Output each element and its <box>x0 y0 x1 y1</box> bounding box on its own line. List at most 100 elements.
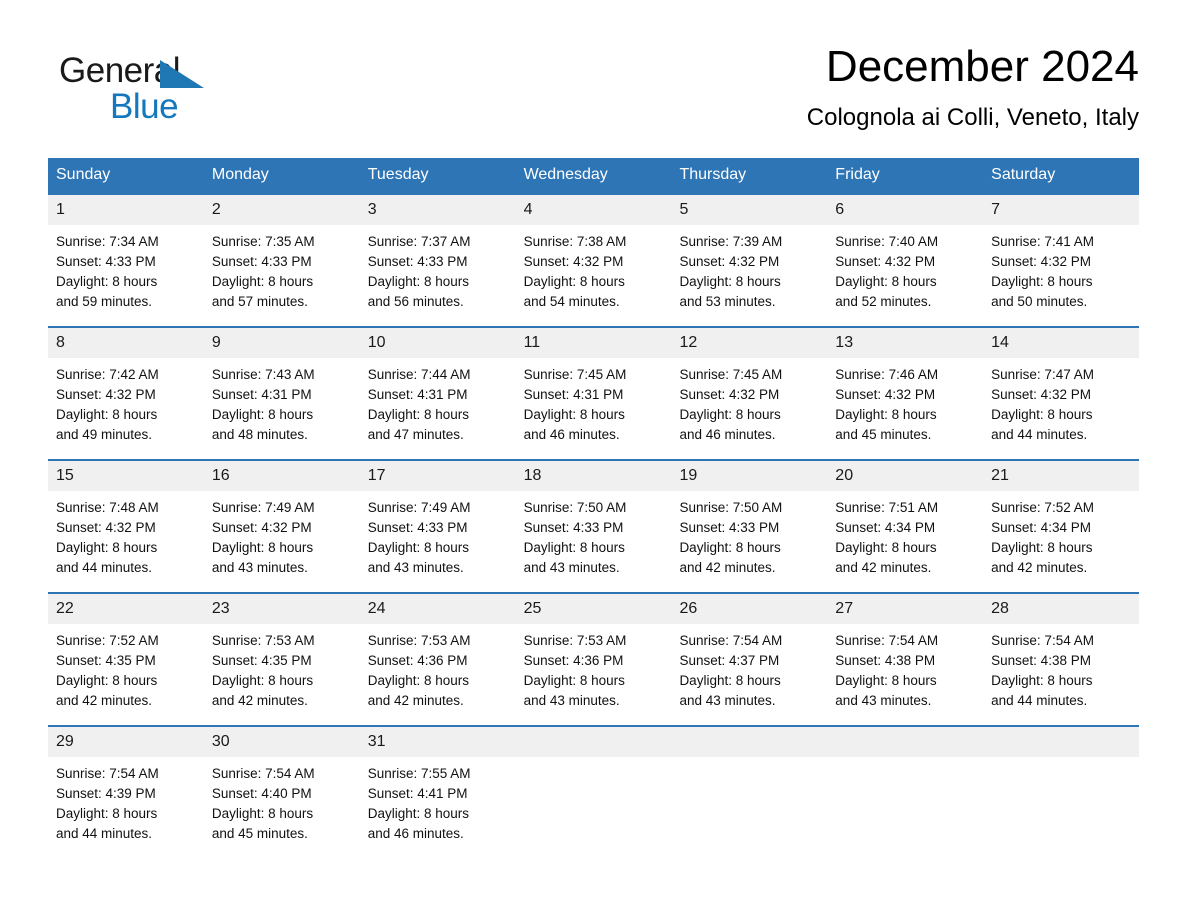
day-cell[interactable]: Sunrise: 7:46 AM Sunset: 4:32 PM Dayligh… <box>827 358 983 459</box>
sunrise-text: Sunrise: 7:54 AM <box>56 766 159 781</box>
daylight-text-line2: and 48 minutes. <box>211 427 308 442</box>
day-number[interactable]: 29 <box>48 727 204 757</box>
daylight-text-line2: and 44 minutes. <box>56 826 153 841</box>
day-number[interactable]: 22 <box>48 594 204 624</box>
day-details: Sunrise: 7:52 AM Sunset: 4:34 PM Dayligh… <box>991 491 1139 592</box>
day-cell[interactable]: Sunrise: 7:37 AM Sunset: 4:33 PM Dayligh… <box>360 225 516 326</box>
day-number[interactable]: 31 <box>360 727 516 757</box>
sunset-text: Sunset: 4:40 PM <box>211 786 312 801</box>
sunset-text: Sunset: 4:33 PM <box>367 254 468 269</box>
day-cell[interactable]: Sunrise: 7:44 AM Sunset: 4:31 PM Dayligh… <box>360 358 516 459</box>
day-number[interactable]: 27 <box>827 594 983 624</box>
daylight-text-line1: Daylight: 8 hours <box>679 407 781 422</box>
day-number[interactable]: 30 <box>204 727 360 757</box>
daylight-text-line2: and 42 minutes. <box>835 560 932 575</box>
sunrise-text: Sunrise: 7:34 AM <box>56 234 159 249</box>
calendar-week-row: 15 16 17 18 19 20 21 Sunrise: 7:48 AM Su… <box>48 459 1139 592</box>
weekday-header-row: Sunday Monday Tuesday Wednesday Thursday… <box>48 158 1139 193</box>
sunset-text: Sunset: 4:32 PM <box>835 254 936 269</box>
calendar-week-row: 8 9 10 11 12 13 14 Sunrise: 7:42 AM Suns… <box>48 326 1139 459</box>
day-number[interactable]: 17 <box>360 461 516 491</box>
day-number[interactable]: 16 <box>204 461 360 491</box>
day-details: Sunrise: 7:55 AM Sunset: 4:41 PM Dayligh… <box>368 757 516 858</box>
daylight-text-line2: and 46 minutes. <box>679 427 776 442</box>
day-cell[interactable]: Sunrise: 7:41 AM Sunset: 4:32 PM Dayligh… <box>983 225 1139 326</box>
day-cell[interactable]: Sunrise: 7:55 AM Sunset: 4:41 PM Dayligh… <box>360 757 516 858</box>
day-details: Sunrise: 7:35 AM Sunset: 4:33 PM Dayligh… <box>212 225 360 326</box>
day-number[interactable]: 23 <box>204 594 360 624</box>
day-number[interactable]: 11 <box>516 328 672 358</box>
sunrise-text: Sunrise: 7:43 AM <box>211 367 315 382</box>
day-details: Sunrise: 7:45 AM Sunset: 4:31 PM Dayligh… <box>524 358 672 459</box>
day-cell[interactable]: Sunrise: 7:45 AM Sunset: 4:32 PM Dayligh… <box>671 358 827 459</box>
day-number[interactable]: 21 <box>983 461 1139 491</box>
day-cell[interactable]: Sunrise: 7:48 AM Sunset: 4:32 PM Dayligh… <box>48 491 204 592</box>
sunrise-text: Sunrise: 7:52 AM <box>991 500 1094 515</box>
day-number[interactable]: 28 <box>983 594 1139 624</box>
day-number[interactable]: 9 <box>204 328 360 358</box>
day-number[interactable]: 12 <box>671 328 827 358</box>
daylight-text-line1: Daylight: 8 hours <box>523 673 625 688</box>
day-cell[interactable]: Sunrise: 7:45 AM Sunset: 4:31 PM Dayligh… <box>516 358 672 459</box>
sunrise-text: Sunrise: 7:46 AM <box>835 367 939 382</box>
day-cell[interactable]: Sunrise: 7:49 AM Sunset: 4:32 PM Dayligh… <box>204 491 360 592</box>
day-number-band: 29 30 31 <box>48 727 1139 757</box>
day-number[interactable]: 5 <box>671 195 827 225</box>
sunset-text: Sunset: 4:41 PM <box>367 786 468 801</box>
day-number[interactable]: 7 <box>983 195 1139 225</box>
calendar-week-row: 1 2 3 4 5 6 7 Sunrise: 7:34 AM Sunset: 4… <box>48 193 1139 326</box>
day-cell[interactable]: Sunrise: 7:34 AM Sunset: 4:33 PM Dayligh… <box>48 225 204 326</box>
day-cell[interactable]: Sunrise: 7:40 AM Sunset: 4:32 PM Dayligh… <box>827 225 983 326</box>
daylight-text-line2: and 43 minutes. <box>523 693 620 708</box>
sunset-text: Sunset: 4:32 PM <box>211 520 312 535</box>
day-number[interactable]: 6 <box>827 195 983 225</box>
day-cell[interactable]: Sunrise: 7:50 AM Sunset: 4:33 PM Dayligh… <box>516 491 672 592</box>
day-number[interactable]: 10 <box>360 328 516 358</box>
day-number[interactable]: 13 <box>827 328 983 358</box>
day-cell[interactable]: Sunrise: 7:42 AM Sunset: 4:32 PM Dayligh… <box>48 358 204 459</box>
day-cell[interactable]: Sunrise: 7:53 AM Sunset: 4:35 PM Dayligh… <box>204 624 360 725</box>
sunrise-text: Sunrise: 7:42 AM <box>56 367 159 382</box>
day-cell[interactable]: Sunrise: 7:54 AM Sunset: 4:38 PM Dayligh… <box>827 624 983 725</box>
day-number[interactable]: 18 <box>516 461 672 491</box>
sunrise-text: Sunrise: 7:53 AM <box>523 633 627 648</box>
day-number[interactable]: 24 <box>360 594 516 624</box>
day-cell[interactable]: Sunrise: 7:47 AM Sunset: 4:32 PM Dayligh… <box>983 358 1139 459</box>
day-number[interactable]: 15 <box>48 461 204 491</box>
day-number[interactable]: 19 <box>671 461 827 491</box>
day-number[interactable]: 3 <box>360 195 516 225</box>
day-cell[interactable]: Sunrise: 7:54 AM Sunset: 4:40 PM Dayligh… <box>204 757 360 858</box>
sunrise-text: Sunrise: 7:54 AM <box>211 766 315 781</box>
day-cell[interactable]: Sunrise: 7:52 AM Sunset: 4:35 PM Dayligh… <box>48 624 204 725</box>
day-number[interactable]: 1 <box>48 195 204 225</box>
day-cell[interactable]: Sunrise: 7:53 AM Sunset: 4:36 PM Dayligh… <box>360 624 516 725</box>
day-number[interactable]: 4 <box>516 195 672 225</box>
day-cell[interactable]: Sunrise: 7:50 AM Sunset: 4:33 PM Dayligh… <box>671 491 827 592</box>
day-cell[interactable]: Sunrise: 7:39 AM Sunset: 4:32 PM Dayligh… <box>671 225 827 326</box>
day-number[interactable]: 26 <box>671 594 827 624</box>
sunset-text: Sunset: 4:35 PM <box>56 653 156 668</box>
day-cell[interactable]: Sunrise: 7:52 AM Sunset: 4:34 PM Dayligh… <box>983 491 1139 592</box>
day-cell[interactable]: Sunrise: 7:54 AM Sunset: 4:39 PM Dayligh… <box>48 757 204 858</box>
day-number[interactable]: 25 <box>516 594 672 624</box>
day-cell[interactable]: Sunrise: 7:38 AM Sunset: 4:32 PM Dayligh… <box>516 225 672 326</box>
day-number[interactable]: 14 <box>983 328 1139 358</box>
day-cell[interactable]: Sunrise: 7:43 AM Sunset: 4:31 PM Dayligh… <box>204 358 360 459</box>
weekday-header-sunday: Sunday <box>56 166 111 183</box>
sunrise-text: Sunrise: 7:54 AM <box>991 633 1094 648</box>
daylight-text-line1: Daylight: 8 hours <box>367 540 470 555</box>
day-number[interactable]: 20 <box>827 461 983 491</box>
day-cell[interactable]: Sunrise: 7:54 AM Sunset: 4:37 PM Dayligh… <box>671 624 827 725</box>
sunset-text: Sunset: 4:32 PM <box>56 520 156 535</box>
weekday-header-saturday: Saturday <box>991 166 1056 183</box>
daylight-text-line1: Daylight: 8 hours <box>211 407 314 422</box>
day-number[interactable]: 2 <box>204 195 360 225</box>
day-cell[interactable]: Sunrise: 7:54 AM Sunset: 4:38 PM Dayligh… <box>983 624 1139 725</box>
daylight-text-line1: Daylight: 8 hours <box>991 274 1093 289</box>
day-details: Sunrise: 7:51 AM Sunset: 4:34 PM Dayligh… <box>835 491 983 592</box>
day-cell[interactable]: Sunrise: 7:35 AM Sunset: 4:33 PM Dayligh… <box>204 225 360 326</box>
day-cell[interactable]: Sunrise: 7:53 AM Sunset: 4:36 PM Dayligh… <box>516 624 672 725</box>
day-cell[interactable]: Sunrise: 7:49 AM Sunset: 4:33 PM Dayligh… <box>360 491 516 592</box>
day-cell[interactable]: Sunrise: 7:51 AM Sunset: 4:34 PM Dayligh… <box>827 491 983 592</box>
day-number[interactable]: 8 <box>48 328 204 358</box>
